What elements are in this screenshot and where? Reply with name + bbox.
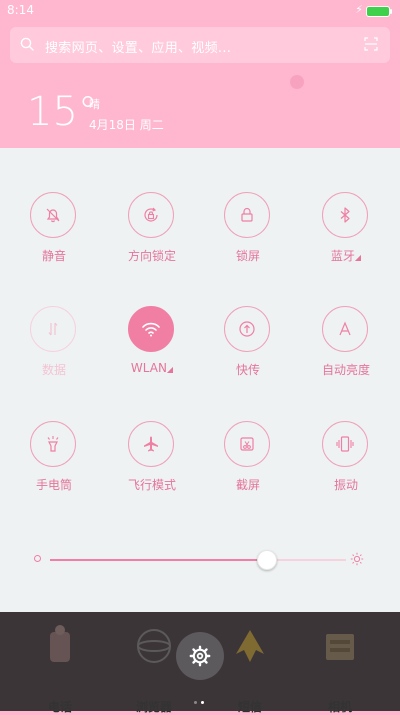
wifi-icon <box>142 322 160 337</box>
messages-icon <box>236 630 264 662</box>
quick-transfer-icon <box>239 321 255 337</box>
status-bar: 8:14 ⚡ <box>0 0 400 22</box>
toggle-label: 锁屏 <box>235 249 260 263</box>
search-bar[interactable]: 搜索网页、设置、应用、视频... <box>10 27 390 63</box>
battery-icon <box>366 6 392 17</box>
toggle-screenshot[interactable]: 截屏 <box>200 421 296 501</box>
browser-icon <box>137 629 171 663</box>
dock-app-messages[interactable]: 短信 <box>220 624 280 714</box>
camera-icon <box>326 634 354 660</box>
toggle-label: 快传 <box>235 363 260 377</box>
dock-app-browser[interactable]: 浏览器 <box>124 624 184 714</box>
toggle-circle <box>322 421 368 467</box>
submenu-indicator-icon: ◢ <box>354 253 362 262</box>
slider-thumb[interactable] <box>257 550 278 570</box>
brightness-slider[interactable] <box>0 545 400 575</box>
quick-settings-panel: 静音 方向锁定 锁屏 蓝牙◢ 数据 WLAN◢ 快传 自动亮度 手电筒 飞行模式… <box>0 148 400 612</box>
dock-app-camera[interactable]: 相机 <box>310 624 370 714</box>
toggle-circle <box>128 306 174 352</box>
toggle-label: 手电筒 <box>35 478 72 492</box>
toggle-quick-transfer[interactable]: 快传 <box>200 306 296 386</box>
toggle-label: WLAN◢ <box>130 361 174 375</box>
toggle-bluetooth[interactable]: 蓝牙◢ <box>298 192 394 272</box>
screenshot-icon <box>240 437 254 451</box>
toggle-circle <box>224 192 270 238</box>
toggle-mobile-data[interactable]: 数据 <box>6 306 102 386</box>
toggle-silent[interactable]: 静音 <box>6 192 102 272</box>
toggle-circle <box>224 421 270 467</box>
toggle-circle <box>322 306 368 352</box>
scan-icon[interactable] <box>364 37 378 51</box>
toggle-label: 数据 <box>41 363 66 377</box>
toggle-flashlight[interactable]: 手电筒 <box>6 421 102 501</box>
search-icon <box>20 37 34 51</box>
toggle-rotation-lock[interactable]: 方向锁定 <box>104 192 200 272</box>
toggle-label: 自动亮度 <box>321 363 370 377</box>
toggle-label: 方向锁定 <box>127 249 176 263</box>
toggle-label: 截屏 <box>235 478 260 492</box>
toggle-circle <box>224 306 270 352</box>
toggle-label: 飞行模式 <box>127 478 176 492</box>
auto-brightness-icon <box>339 321 351 336</box>
airplane-icon <box>144 436 158 452</box>
toggle-circle <box>128 421 174 467</box>
bell-off-icon <box>46 208 60 223</box>
weather-widget[interactable]: 15° 晴 4月18日 周二 <box>0 70 400 148</box>
lock-icon <box>241 207 253 222</box>
weather-temperature: 15° <box>27 89 98 135</box>
toggle-circle <box>30 306 76 352</box>
settings-button[interactable] <box>176 632 224 680</box>
toggle-label: 振动 <box>333 478 358 492</box>
toggle-auto-brightness[interactable]: 自动亮度 <box>298 306 394 386</box>
page-indicator <box>194 689 208 704</box>
dock-app-label: 相机 <box>327 700 352 714</box>
toggle-vibrate[interactable]: 振动 <box>298 421 394 501</box>
status-time: 8:14 <box>7 3 34 17</box>
toggle-circle <box>30 192 76 238</box>
decorative-dot <box>290 75 304 89</box>
search-placeholder: 搜索网页、设置、应用、视频... <box>45 41 232 56</box>
toggle-lock-screen[interactable]: 锁屏 <box>200 192 296 272</box>
brightness-low-icon <box>34 555 41 562</box>
dock-app-label: 浏览器 <box>135 700 172 714</box>
flashlight-icon <box>47 436 59 452</box>
dock: 电话 浏览器 短信 相机 <box>0 612 400 714</box>
page-dot <box>201 701 204 704</box>
toggle-label: 静音 <box>41 249 66 263</box>
page-dot <box>194 701 197 704</box>
dock-app-phone[interactable]: 电话 <box>30 624 90 714</box>
mobile-data-icon <box>48 322 58 336</box>
toggle-airplane-mode[interactable]: 飞行模式 <box>104 421 200 501</box>
weather-date: 4月18日 周二 <box>89 118 164 132</box>
toggle-circle <box>128 192 174 238</box>
brightness-high-icon <box>350 552 364 566</box>
bluetooth-icon <box>340 207 350 223</box>
toggle-wlan[interactable]: WLAN◢ <box>104 306 200 386</box>
toggle-circle <box>322 192 368 238</box>
vibrate-icon <box>336 436 354 452</box>
submenu-indicator-icon: ◢ <box>166 365 174 374</box>
dock-app-label: 电话 <box>47 700 72 714</box>
toggle-circle <box>30 421 76 467</box>
slider-fill <box>50 559 267 561</box>
phone-icon <box>50 625 70 662</box>
toggle-label: 蓝牙◢ <box>330 249 362 263</box>
charging-icon: ⚡ <box>355 3 363 16</box>
gear-icon <box>189 645 211 667</box>
weather-condition: 晴 <box>89 98 100 111</box>
dock-app-label: 短信 <box>237 700 262 714</box>
rotation-lock-icon <box>144 207 158 222</box>
